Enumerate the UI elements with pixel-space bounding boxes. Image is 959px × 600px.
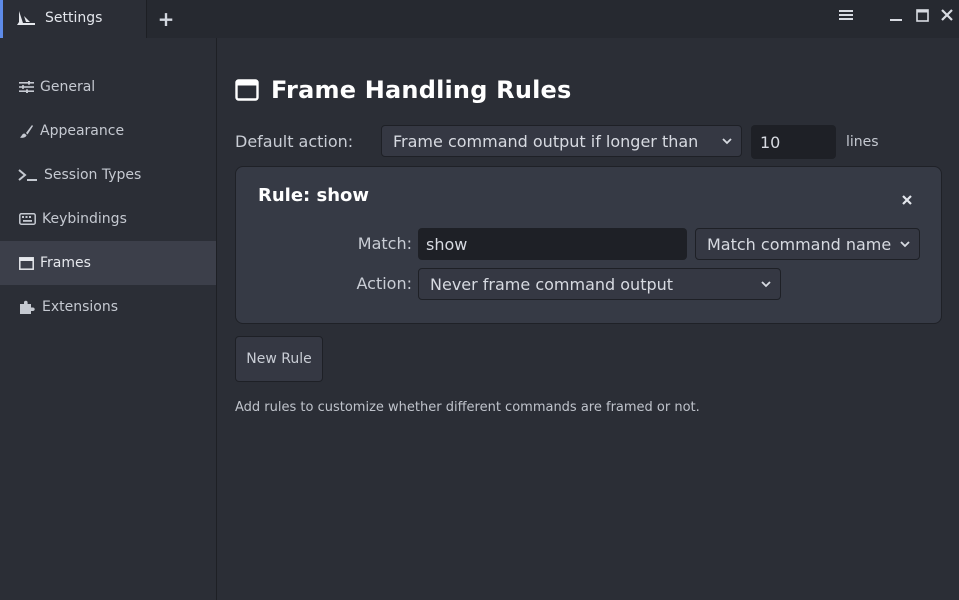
terminal-icon — [18, 167, 38, 183]
chevron-down-icon — [761, 281, 771, 288]
match-input[interactable]: show — [418, 228, 687, 260]
default-action-select[interactable]: Frame command output if longer than — [381, 125, 742, 157]
maximize-icon — [915, 8, 929, 22]
match-type-value: Match command name — [707, 234, 892, 254]
sidebar-item-label: Session Types — [44, 167, 142, 183]
tab-settings[interactable]: Settings — [0, 0, 147, 38]
sidebar-item-label: Appearance — [40, 123, 125, 139]
chevron-down-icon — [722, 138, 732, 145]
minimize-icon — [890, 19, 902, 21]
sidebar-item-label: Frames — [40, 255, 91, 271]
default-action-value: Frame command output if longer than — [393, 131, 699, 151]
sidebar: General Appearance Session Types Keybind… — [0, 38, 217, 600]
hamburger-icon — [839, 10, 853, 20]
sidebar-item-label: Keybindings — [42, 211, 127, 227]
sidebar-item-appearance[interactable]: Appearance — [0, 109, 216, 153]
action-value: Never frame command output — [430, 274, 674, 294]
action-label: Action: — [356, 274, 413, 293]
sidebar-item-keybindings[interactable]: Keybindings — [0, 197, 216, 241]
sidebar-item-session-types[interactable]: Session Types — [0, 153, 216, 197]
match-type-select[interactable]: Match command name — [695, 228, 920, 260]
frame-icon — [18, 255, 34, 271]
sidebar-item-label: Extensions — [42, 299, 119, 315]
brush-icon — [18, 123, 34, 139]
action-select[interactable]: Never frame command output — [418, 268, 781, 300]
close-icon — [941, 9, 953, 21]
maximize-button[interactable] — [912, 5, 932, 25]
chevron-down-icon — [900, 241, 910, 248]
puzzle-icon — [18, 299, 36, 315]
keyboard-icon — [18, 211, 36, 227]
page-title: Frame Handling Rules — [271, 76, 572, 104]
help-text: Add rules to customize whether different… — [235, 400, 700, 415]
new-rule-button[interactable]: New Rule — [235, 336, 323, 382]
sidebar-item-label: General — [40, 79, 96, 95]
remove-rule-close-icon[interactable] — [900, 193, 914, 207]
main-panel: Frame Handling Rules Default action: Fra… — [217, 38, 959, 600]
app-logo-icon — [17, 11, 35, 25]
page-header: Frame Handling Rules — [235, 76, 572, 104]
sliders-icon — [18, 79, 34, 95]
tab-label: Settings — [45, 10, 103, 26]
frame-icon — [235, 79, 259, 101]
rule-card: Rule: show Match: show Match command nam… — [235, 166, 942, 324]
minimize-button[interactable] — [886, 5, 906, 25]
default-action-label: Default action: — [235, 132, 354, 151]
lines-label: lines — [846, 134, 879, 150]
lines-threshold-input[interactable]: 10 — [751, 125, 836, 159]
menu-button[interactable] — [836, 5, 856, 25]
sidebar-item-frames[interactable]: Frames — [0, 241, 216, 285]
match-label: Match: — [357, 234, 412, 253]
rule-title: Rule: show — [258, 185, 370, 206]
new-tab-button[interactable]: + — [153, 7, 179, 31]
sidebar-item-general[interactable]: General — [0, 65, 216, 109]
sidebar-item-extensions[interactable]: Extensions — [0, 285, 216, 329]
close-window-button[interactable] — [937, 5, 957, 25]
title-bar: Settings + — [0, 0, 959, 38]
